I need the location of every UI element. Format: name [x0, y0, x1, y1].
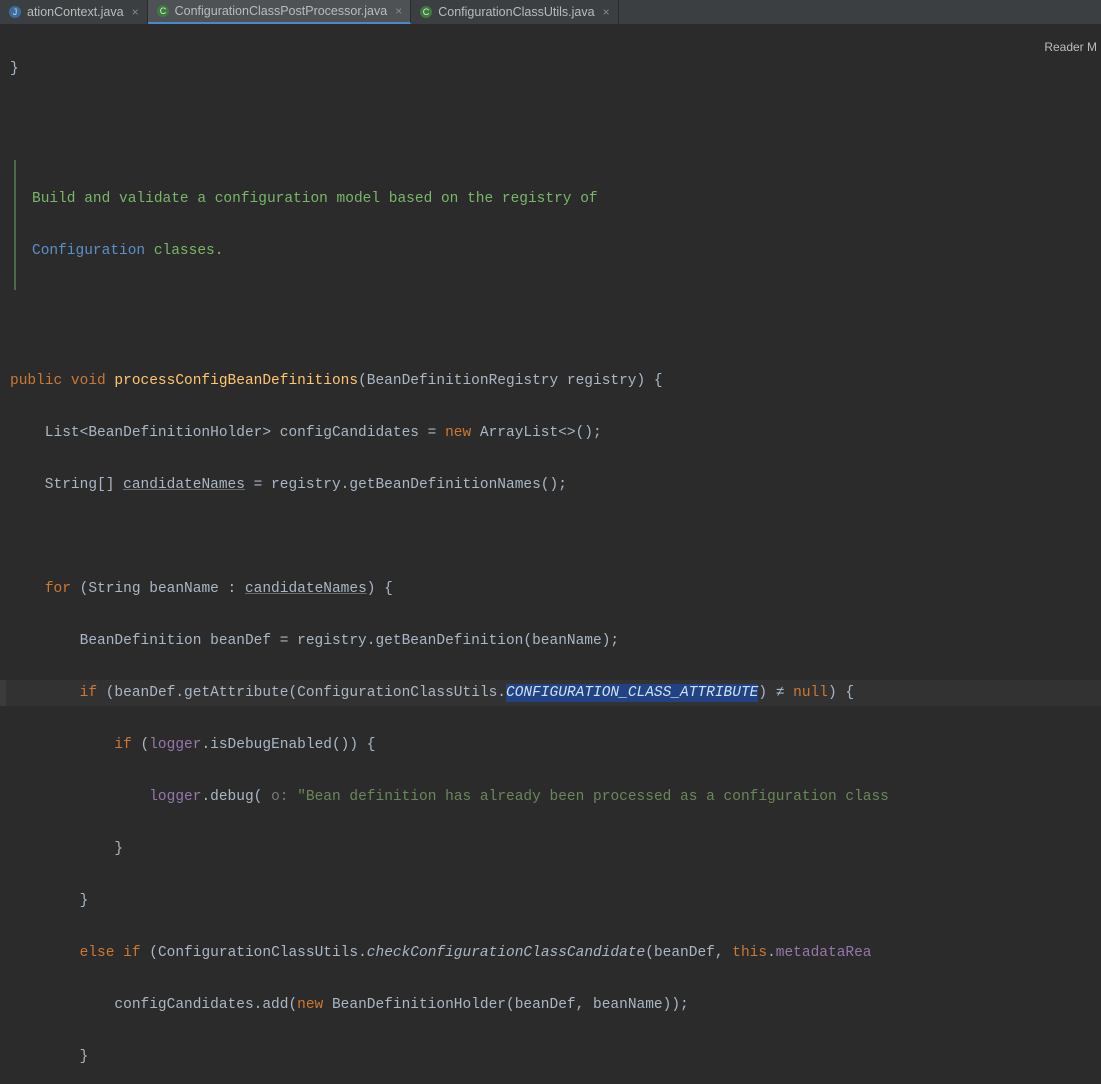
code-line: for (String beanName : candidateNames) {: [0, 576, 1101, 602]
svg-text:C: C: [423, 7, 430, 17]
code-line: public void processConfigBeanDefinitions…: [0, 368, 1101, 394]
close-icon[interactable]: ×: [395, 4, 402, 18]
code-line: List<BeanDefinitionHolder> configCandida…: [0, 420, 1101, 446]
selected-text: CONFIGURATION_CLASS_ATTRIBUTE: [506, 684, 758, 702]
editor-tabs: J ationContext.java × C ConfigurationCla…: [0, 0, 1101, 24]
tab-file-3[interactable]: C ConfigurationClassUtils.java ×: [411, 0, 618, 24]
inline-hint: o:: [262, 789, 297, 805]
tab-label: ationContext.java: [27, 5, 124, 19]
code-line: [0, 108, 1101, 134]
code-line: configCandidates.add(new BeanDefinitionH…: [0, 992, 1101, 1018]
code-line: [0, 316, 1101, 342]
code-line: }: [0, 1044, 1101, 1070]
javadoc-link[interactable]: Configuration: [32, 243, 145, 259]
tab-label: ConfigurationClassUtils.java: [438, 5, 594, 19]
close-icon[interactable]: ×: [603, 5, 610, 19]
code-line: else if (ConfigurationClassUtils.checkCo…: [0, 940, 1101, 966]
close-icon[interactable]: ×: [132, 5, 139, 19]
code-line: if (logger.isDebugEnabled()) {: [0, 732, 1101, 758]
javadoc-line: Build and validate a configuration model…: [22, 186, 1101, 212]
class-file-icon: C: [156, 4, 170, 18]
code-line: logger.debug( o: "Bean definition has al…: [0, 784, 1101, 810]
svg-text:J: J: [13, 7, 18, 17]
class-file-icon: C: [419, 5, 433, 19]
javadoc-block: Build and validate a configuration model…: [14, 160, 1101, 290]
java-file-icon: J: [8, 5, 22, 19]
code-line: }: [0, 888, 1101, 914]
tab-label: ConfigurationClassPostProcessor.java: [175, 4, 388, 18]
code-line: BeanDefinition beanDef = registry.getBea…: [0, 628, 1101, 654]
svg-text:C: C: [159, 6, 166, 16]
code-line: String[] candidateNames = registry.getBe…: [0, 472, 1101, 498]
javadoc-line: Configuration classes.: [22, 238, 1101, 264]
code-editor[interactable]: } Build and validate a configuration mod…: [0, 24, 1101, 1084]
code-line: }: [0, 836, 1101, 862]
tab-file-2[interactable]: C ConfigurationClassPostProcessor.java ×: [148, 0, 412, 24]
tab-file-1[interactable]: J ationContext.java ×: [0, 0, 148, 24]
code-line: }: [0, 56, 1101, 82]
code-line: [0, 524, 1101, 550]
code-line-selected: if (beanDef.getAttribute(ConfigurationCl…: [0, 680, 1101, 706]
